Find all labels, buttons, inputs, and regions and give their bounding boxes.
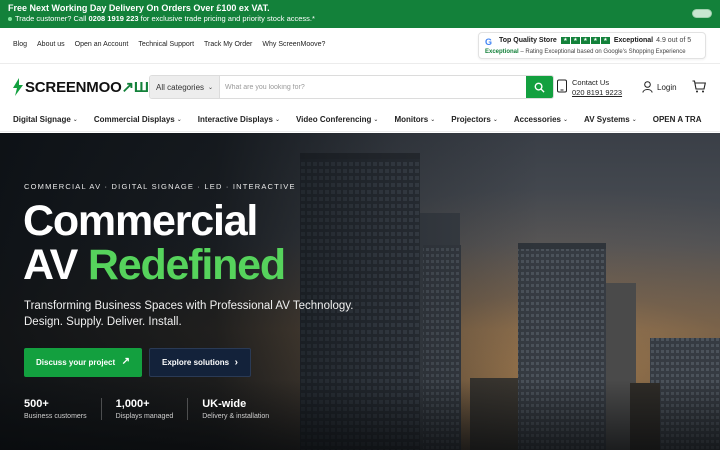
chevron-right-icon: › [234, 357, 238, 368]
review-caption-bold: Exceptional [485, 49, 519, 55]
hero-title-green: Redefined [87, 241, 286, 289]
stat-value: UK-wide [202, 398, 247, 410]
status-dot-icon [8, 17, 12, 22]
nav-digital-signage[interactable]: Digital Signage ⌄ [13, 115, 78, 124]
chevron-down-icon: ⌄ [373, 117, 379, 123]
hero-title-white: AV [23, 241, 88, 289]
chevron-down-icon: ⌄ [492, 117, 498, 123]
search-icon [534, 82, 545, 93]
contact-phone-link[interactable]: 020 8191 9223 [572, 88, 622, 97]
explore-solutions-button[interactable]: Explore solutions › [149, 348, 251, 377]
rating-word: Exceptional [613, 37, 654, 44]
stat-item: UK-wide Delivery & installation [202, 398, 283, 420]
chevron-down-icon: ⌄ [631, 117, 637, 123]
category-nav: Digital Signage ⌄ Commercial Displays ⌄ In… [0, 108, 720, 132]
site-logo[interactable]: SCREENMOO↗Ш [13, 76, 149, 98]
hero-subtitle-line2: Design. Supply. Deliver. Install. [24, 316, 182, 328]
search-category-label: All categories [156, 82, 205, 92]
util-link-tech-support[interactable]: Technical Support [138, 41, 194, 48]
contact-block[interactable]: Contact Us 020 8191 9223 [556, 78, 622, 97]
star-icon: ★ [560, 37, 570, 44]
search-input[interactable] [220, 76, 526, 98]
chevron-down-icon: ⌄ [72, 117, 78, 123]
hero-title-line2: AV Redefined [23, 241, 286, 289]
hero-subtitle-line1: Transforming Business Spaces with Profes… [24, 300, 354, 312]
stat-item: 500+ Business customers [24, 398, 102, 420]
stat-label: Displays managed [115, 413, 174, 420]
discuss-project-button[interactable]: Discuss your project ↗ [24, 348, 142, 377]
nav-accessories[interactable]: Accessories ⌄ [514, 115, 568, 124]
chevron-down-icon: ⌄ [208, 84, 214, 91]
search-bar: All categories ⌄ [149, 75, 554, 99]
review-caption: Exceptional – Rating Exceptional based o… [485, 49, 686, 55]
hero-stats: 500+ Business customers 1,000+ Displays … [24, 398, 297, 420]
stat-label: Business customers [24, 413, 87, 420]
login-label: Login [657, 82, 677, 92]
hero-banner: COMMERCIAL AV · DIGITAL SIGNAGE · LED · … [0, 133, 720, 450]
logo-wordmark: SCREENMOO↗Ш [25, 79, 149, 96]
stat-value: 1,000+ [115, 398, 150, 410]
trade-suffix: for exclusive trade pricing and priority… [140, 14, 315, 23]
promo-headline: Free Next Working Day Delivery On Orders… [8, 3, 270, 13]
star-icon: ★ [570, 37, 580, 44]
user-icon [642, 81, 653, 93]
hero-eyebrow: COMMERCIAL AV · DIGITAL SIGNAGE · LED · … [24, 182, 296, 191]
stat-label: Delivery & installation [202, 413, 270, 420]
chevron-down-icon: ⌄ [176, 117, 182, 123]
nav-open-trade-account[interactable]: OPEN A TRA [653, 115, 702, 124]
nav-commercial-displays[interactable]: Commercial Displays ⌄ [94, 115, 182, 124]
util-link-blog[interactable]: Blog [13, 41, 27, 48]
nav-av-systems[interactable]: AV Systems ⌄ [584, 115, 637, 124]
hero-subtitle: Transforming Business Spaces with Profes… [24, 298, 353, 330]
chevron-down-icon: ⌄ [563, 117, 569, 123]
nav-interactive-displays[interactable]: Interactive Displays ⌄ [198, 115, 280, 124]
star-icon: ★ [600, 37, 610, 44]
search-category-select[interactable]: All categories ⌄ [150, 76, 220, 98]
trade-phone[interactable]: 0208 1919 223 [89, 14, 139, 23]
chevron-down-icon: ⌄ [274, 117, 280, 123]
contact-label: Contact Us [572, 78, 610, 87]
trade-line: Trade customer? Call 0208 1919 223 for e… [8, 14, 315, 23]
utility-links: Blog About us Open an Account Technical … [13, 41, 335, 48]
util-link-why[interactable]: Why ScreenMoove? [262, 41, 325, 48]
google-icon: G [485, 37, 493, 47]
util-link-about[interactable]: About us [37, 41, 65, 48]
discuss-project-label: Discuss your project [36, 358, 116, 367]
stat-value: 500+ [24, 398, 49, 410]
star-icon: ★ [580, 37, 590, 44]
rating-stars: ★ ★ ★ ★ ★ [560, 37, 610, 44]
review-store-label: Top Quality Store [499, 37, 557, 44]
util-link-track-order[interactable]: Track My Order [204, 41, 252, 48]
review-line: Top Quality Store ★ ★ ★ ★ ★ Exceptional … [499, 37, 691, 44]
cart-icon[interactable] [692, 80, 706, 93]
util-link-open-account[interactable]: Open an Account [75, 41, 129, 48]
search-button[interactable] [526, 76, 553, 98]
trade-prefix: Trade customer? Call [15, 14, 87, 23]
nav-video-conferencing[interactable]: Video Conferencing ⌄ [296, 115, 378, 124]
phone-icon [557, 79, 567, 93]
promo-bar: Free Next Working Day Delivery On Orders… [0, 0, 720, 28]
explore-solutions-label: Explore solutions [162, 358, 230, 367]
nav-monitors[interactable]: Monitors ⌄ [394, 115, 435, 124]
hero-title-line1: Commercial [23, 197, 258, 245]
star-icon: ★ [590, 37, 600, 44]
logo-bolt-icon [13, 78, 23, 96]
chevron-down-icon: ⌄ [430, 117, 436, 123]
login-link[interactable]: Login [642, 81, 677, 93]
promo-toggle[interactable] [692, 9, 712, 18]
nav-projectors[interactable]: Projectors ⌄ [451, 115, 498, 124]
arrow-up-right-icon: ↗ [121, 356, 130, 367]
rating-score: 4.9 out of 5 [656, 37, 692, 44]
stat-item: 1,000+ Displays managed [116, 398, 189, 420]
main-header: SCREENMOO↗Ш All categories ⌄ Contact Us … [0, 64, 720, 108]
review-caption-text: – Rating Exceptional based on Google's S… [518, 49, 686, 55]
google-review-badge[interactable]: G Top Quality Store ★ ★ ★ ★ ★ Exceptiona… [478, 32, 706, 59]
